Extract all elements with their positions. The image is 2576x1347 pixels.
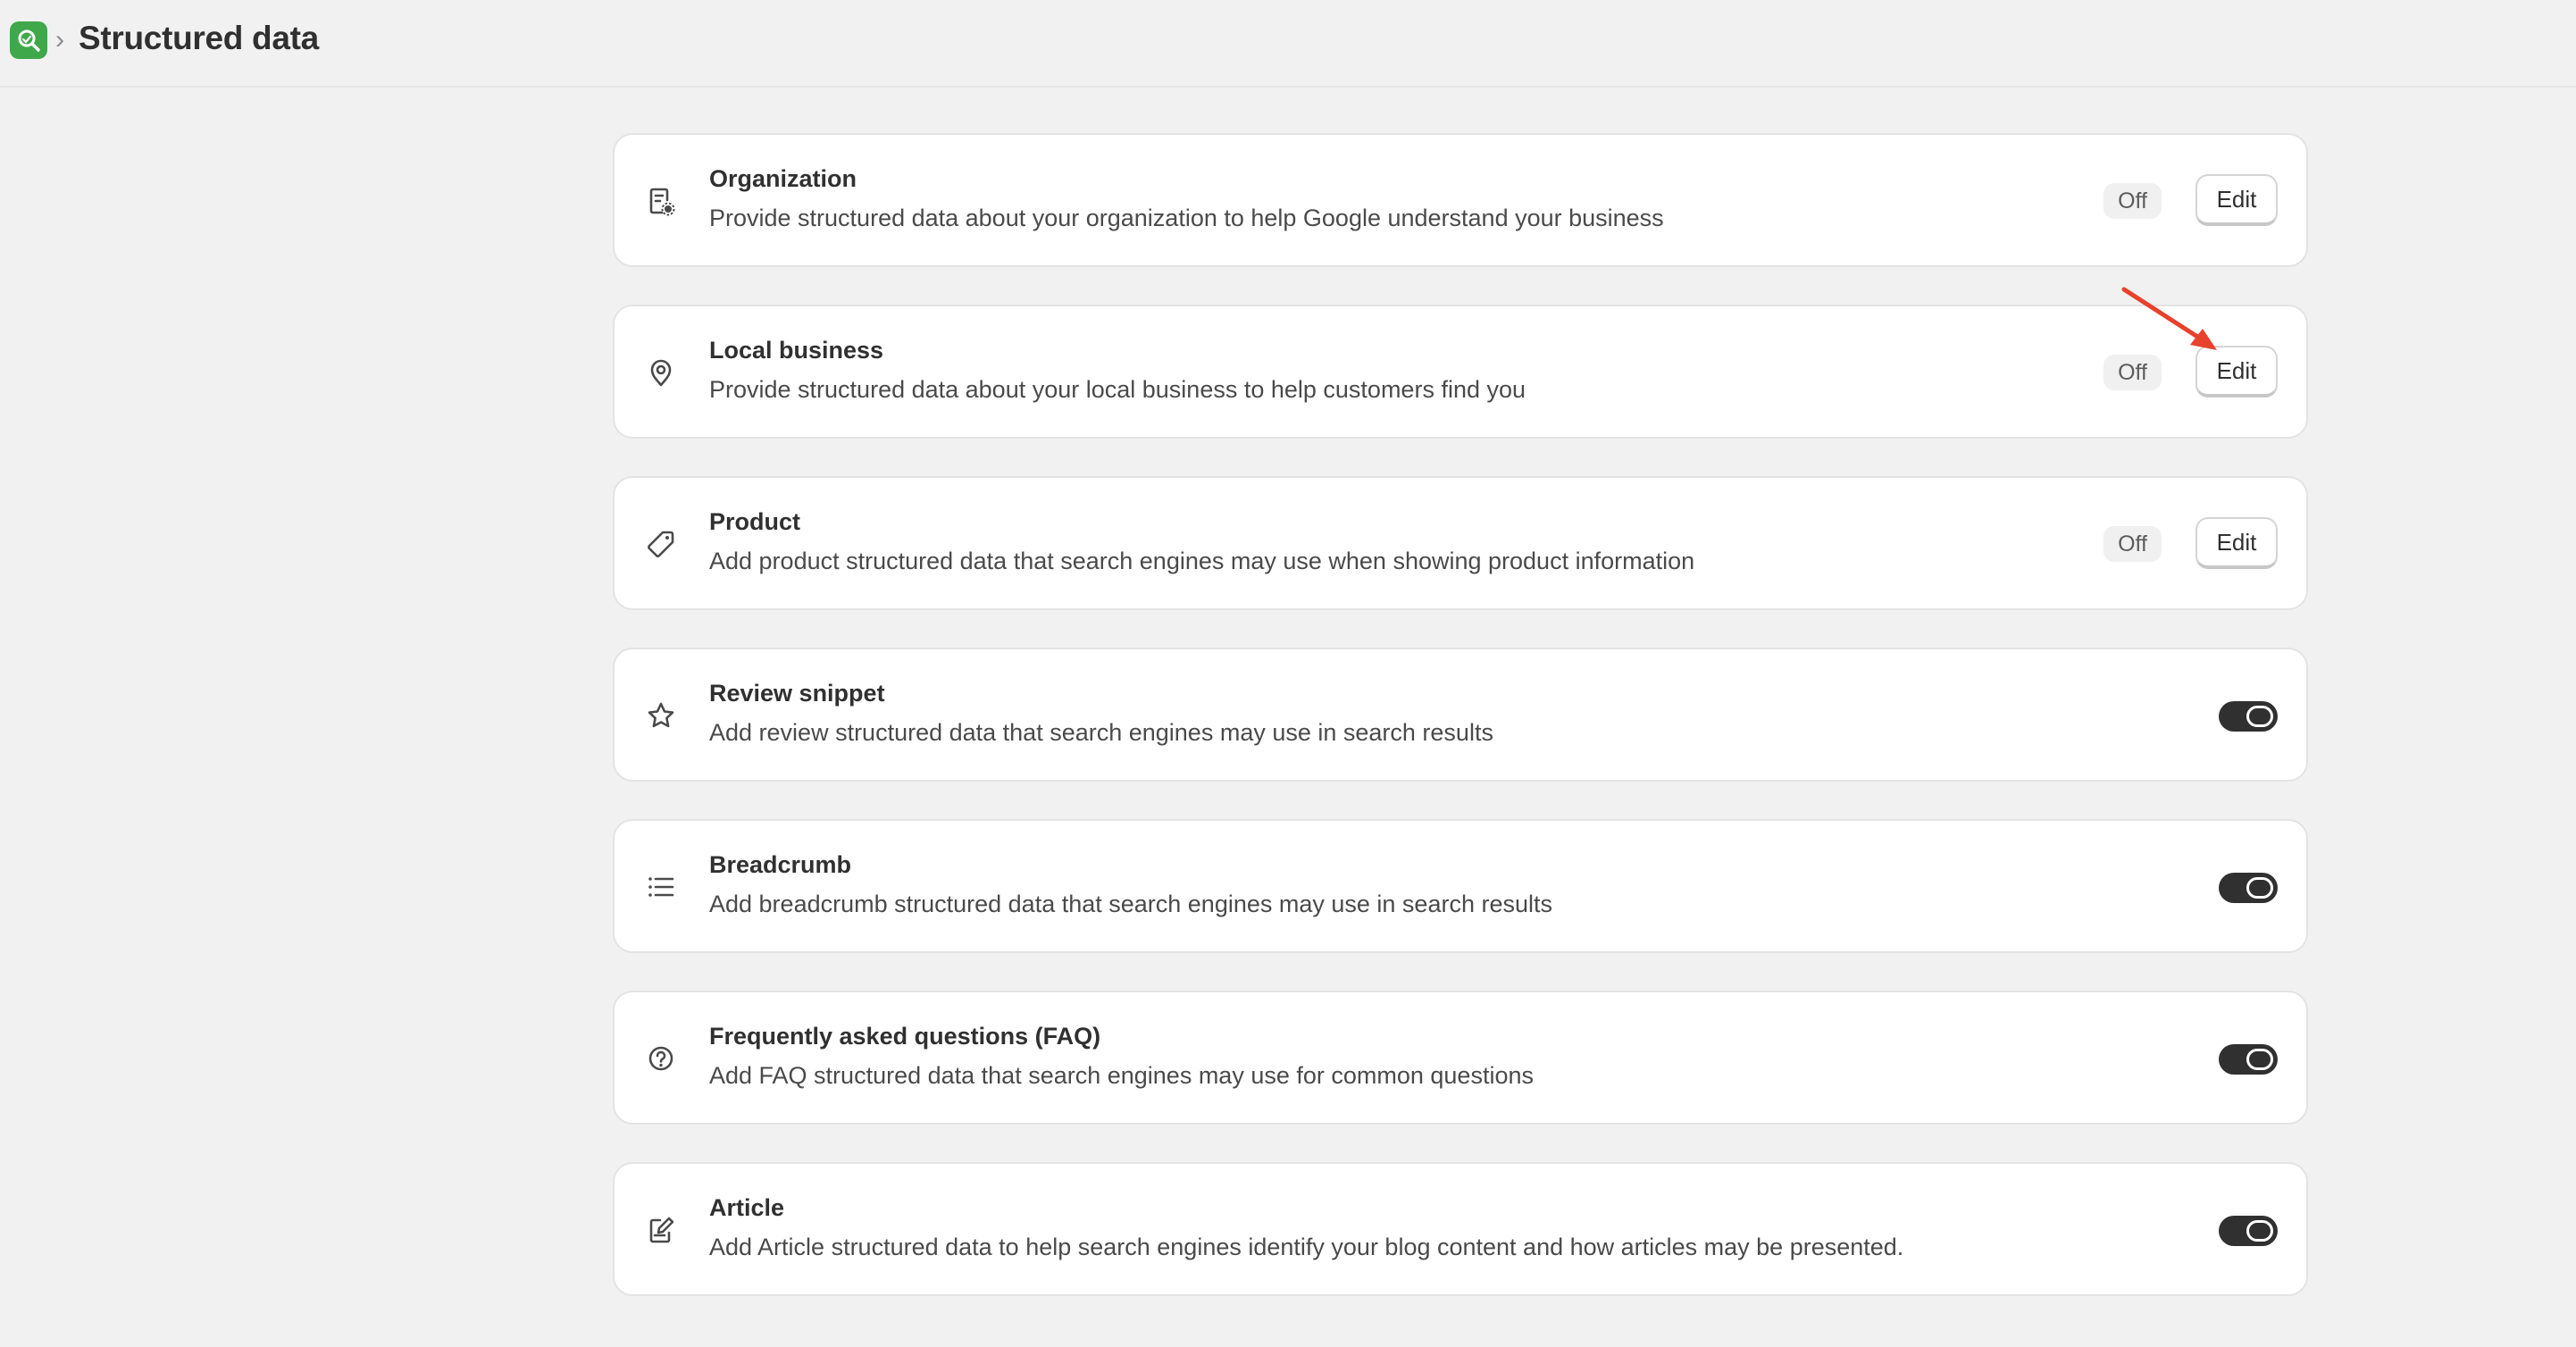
card-title: Local business: [709, 337, 884, 364]
breadcrumb-separator: ›: [55, 25, 64, 54]
breadcrumb-toggle[interactable]: [2219, 873, 2278, 903]
status-badge: Off: [2103, 183, 2162, 219]
tag-icon: [648, 531, 674, 557]
status-badge: Off: [2103, 526, 2162, 562]
card-title: Frequently asked questions (FAQ): [709, 1023, 1101, 1050]
toggle-knob: [2246, 877, 2273, 899]
card-review-snippet: Review snippet Add review structured dat…: [613, 648, 2308, 782]
card-description: Provide structured data about your local…: [709, 376, 1526, 403]
edit-document-icon: [649, 1217, 674, 1243]
card-description: Add product structured data that search …: [709, 548, 1695, 574]
faq-toggle[interactable]: [2219, 1044, 2278, 1075]
card-description: Add breadcrumb structured data that sear…: [709, 891, 1552, 917]
card-breadcrumb: Breadcrumb Add breadcrumb structured dat…: [613, 819, 2308, 953]
card-faq: Frequently asked questions (FAQ) Add FAQ…: [613, 991, 2308, 1125]
top-bar: › Structured data: [0, 0, 2576, 88]
toggle-knob: [2246, 1049, 2273, 1070]
card-description: Provide structured data about your organ…: [709, 205, 1664, 231]
card-description: Add FAQ structured data that search engi…: [709, 1062, 1534, 1089]
card-title: Review snippet: [709, 680, 885, 707]
page-title: Structured data: [79, 20, 319, 56]
location-pin-icon: [650, 359, 672, 387]
toggle-knob: [2246, 706, 2273, 727]
card-article: Article Add Article structured data to h…: [613, 1162, 2308, 1296]
card-description: Add Article structured data to help sear…: [709, 1234, 1904, 1260]
card-title: Organization: [709, 165, 857, 192]
card-description: Add review structured data that search e…: [709, 719, 1493, 746]
card-title: Product: [709, 508, 801, 535]
card-title: Article: [709, 1194, 785, 1221]
organization-icon: [649, 188, 675, 216]
list-icon: [648, 877, 674, 897]
card-local-business: Local business Provide structured data a…: [613, 305, 2308, 439]
article-toggle[interactable]: [2219, 1216, 2278, 1246]
star-icon: [648, 702, 674, 728]
toggle-knob: [2246, 1220, 2273, 1242]
card-organization: Organization Provide structured data abo…: [613, 133, 2308, 267]
edit-button-product[interactable]: Edit: [2195, 517, 2278, 569]
question-circle-icon: [648, 1046, 673, 1071]
seo-app-icon[interactable]: [10, 21, 47, 59]
card-title: Breadcrumb: [709, 851, 852, 878]
edit-button-organization[interactable]: Edit: [2195, 174, 2278, 226]
card-product: Product Add product structured data that…: [613, 476, 2308, 610]
review-snippet-toggle[interactable]: [2219, 701, 2278, 732]
annotation-arrow-icon: [2121, 287, 2217, 350]
